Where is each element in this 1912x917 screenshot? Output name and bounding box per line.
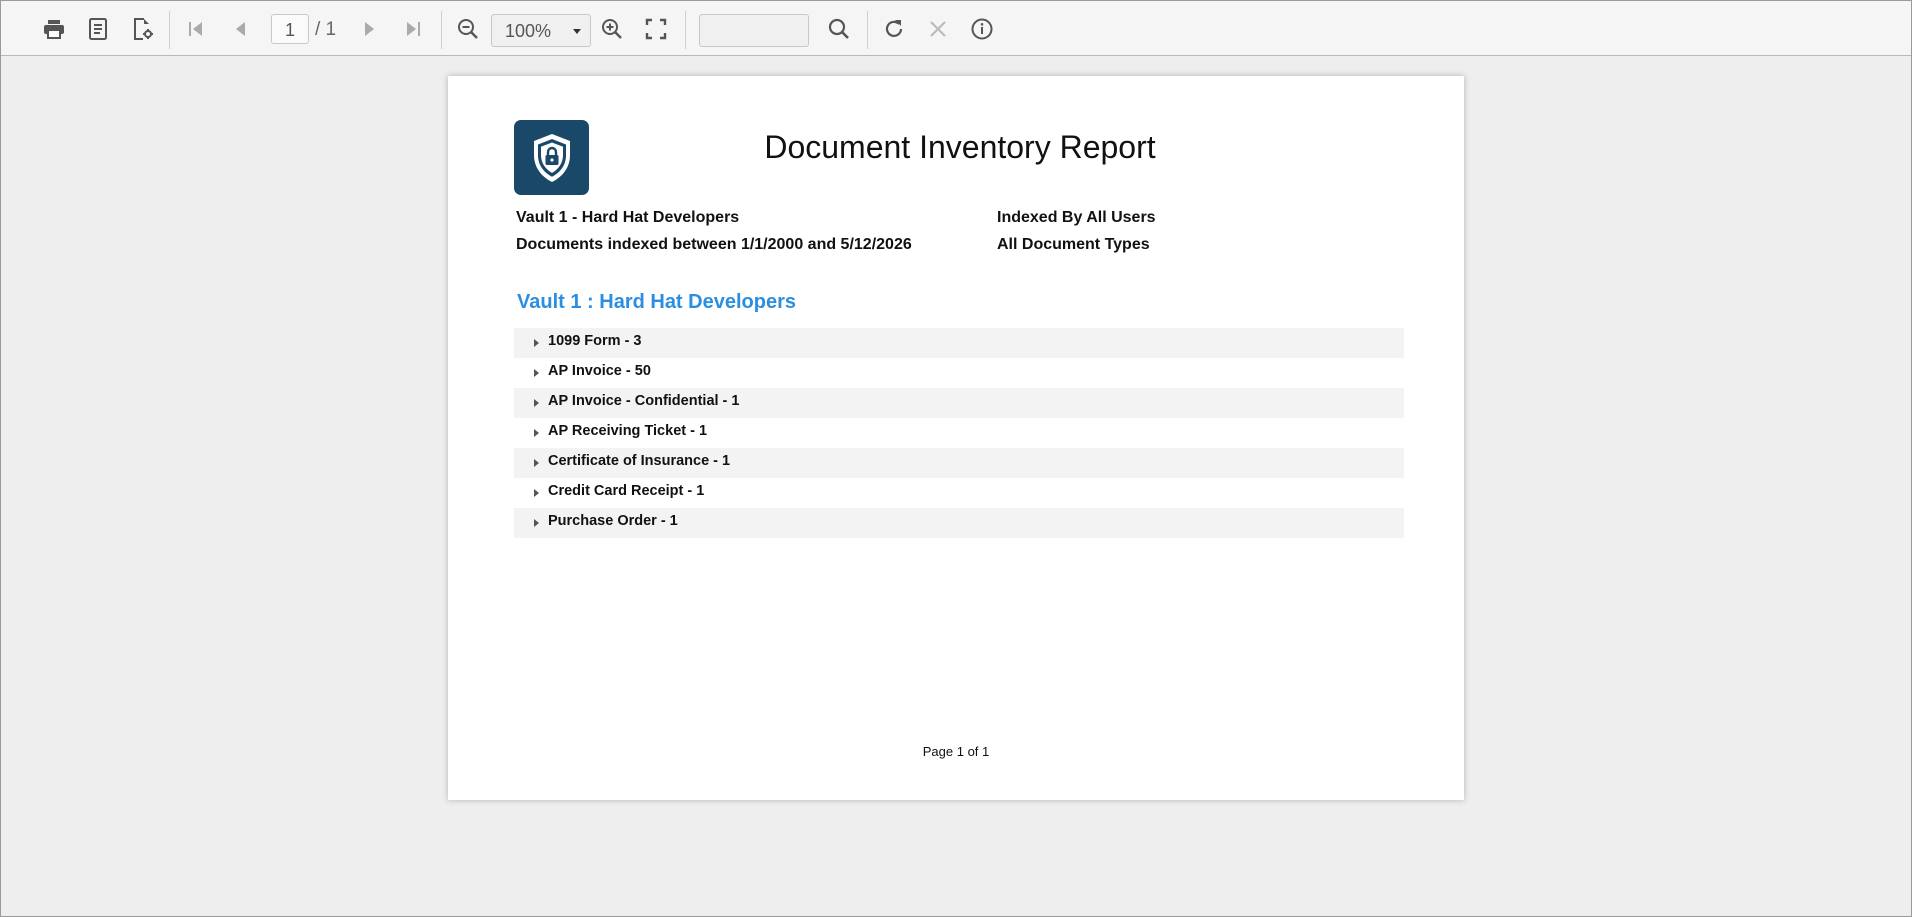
list-item-label: Credit Card Receipt - 1 <box>548 483 705 499</box>
date-range: Documents indexed between 1/1/2000 and 5… <box>516 236 912 253</box>
list-item[interactable]: 1099 Form - 3 <box>514 328 1404 358</box>
refresh-icon[interactable] <box>878 13 910 45</box>
document-types: All Document Types <box>997 236 1150 253</box>
last-page-icon[interactable] <box>397 13 429 45</box>
indexed-by: Indexed By All Users <box>997 209 1156 226</box>
search-input[interactable] <box>699 14 809 47</box>
vault-heading: Vault 1 : Hard Hat Developers <box>517 291 796 313</box>
list-item-label: AP Invoice - 50 <box>548 363 651 379</box>
list-item[interactable]: Purchase Order - 1 <box>514 508 1404 538</box>
document-settings-icon[interactable] <box>126 13 158 45</box>
zoom-out-icon[interactable] <box>452 13 484 45</box>
expand-arrow-icon[interactable] <box>534 429 539 437</box>
list-item[interactable]: AP Invoice - 50 <box>514 358 1404 388</box>
page-footer: Page 1 of 1 <box>922 744 990 759</box>
report-title: Document Inventory Report <box>764 129 1156 165</box>
list-item-label: Purchase Order - 1 <box>548 513 678 529</box>
list-item-label: AP Receiving Ticket - 1 <box>548 423 708 439</box>
expand-arrow-icon[interactable] <box>534 399 539 407</box>
report-toolbar: 1 / 1 100% <box>1 1 1911 56</box>
expand-arrow-icon[interactable] <box>534 339 539 347</box>
expand-arrow-icon[interactable] <box>534 489 539 497</box>
list-item-label: 1099 Form - 3 <box>548 333 642 349</box>
previous-page-icon[interactable] <box>225 13 257 45</box>
zoom-value: 100% <box>505 21 552 41</box>
expand-arrow-icon[interactable] <box>534 369 539 377</box>
document-type-list: 1099 Form - 3 AP Invoice - 50 AP Invoice… <box>514 328 1404 538</box>
list-item[interactable]: AP Receiving Ticket - 1 <box>514 418 1404 448</box>
page-number-input[interactable]: 1 <box>271 14 309 44</box>
vault-line: Vault 1 - Hard Hat Developers <box>516 209 740 226</box>
info-icon[interactable] <box>966 13 998 45</box>
list-item-label: Certificate of Insurance - 1 <box>548 453 731 469</box>
list-item[interactable]: Credit Card Receipt - 1 <box>514 478 1404 508</box>
report-page: Document Inventory Report Vault 1 - Hard… <box>448 76 1464 800</box>
print-icon[interactable] <box>38 13 70 45</box>
first-page-icon[interactable] <box>180 13 212 45</box>
document-icon[interactable] <box>82 13 114 45</box>
page-total-label: / 1 <box>315 19 337 40</box>
fit-page-icon[interactable] <box>640 13 672 45</box>
cancel-icon[interactable] <box>922 13 954 45</box>
list-item-label: AP Invoice - Confidential - 1 <box>548 393 740 409</box>
expand-arrow-icon[interactable] <box>534 459 539 467</box>
expand-arrow-icon[interactable] <box>534 519 539 527</box>
shield-lock-icon <box>514 120 589 195</box>
list-item[interactable]: Certificate of Insurance - 1 <box>514 448 1404 478</box>
list-item[interactable]: AP Invoice - Confidential - 1 <box>514 388 1404 418</box>
zoom-select[interactable]: 100% <box>491 14 591 47</box>
zoom-in-icon[interactable] <box>596 13 628 45</box>
next-page-icon[interactable] <box>353 13 385 45</box>
search-icon[interactable] <box>823 13 855 45</box>
chevron-down-icon <box>573 29 581 34</box>
